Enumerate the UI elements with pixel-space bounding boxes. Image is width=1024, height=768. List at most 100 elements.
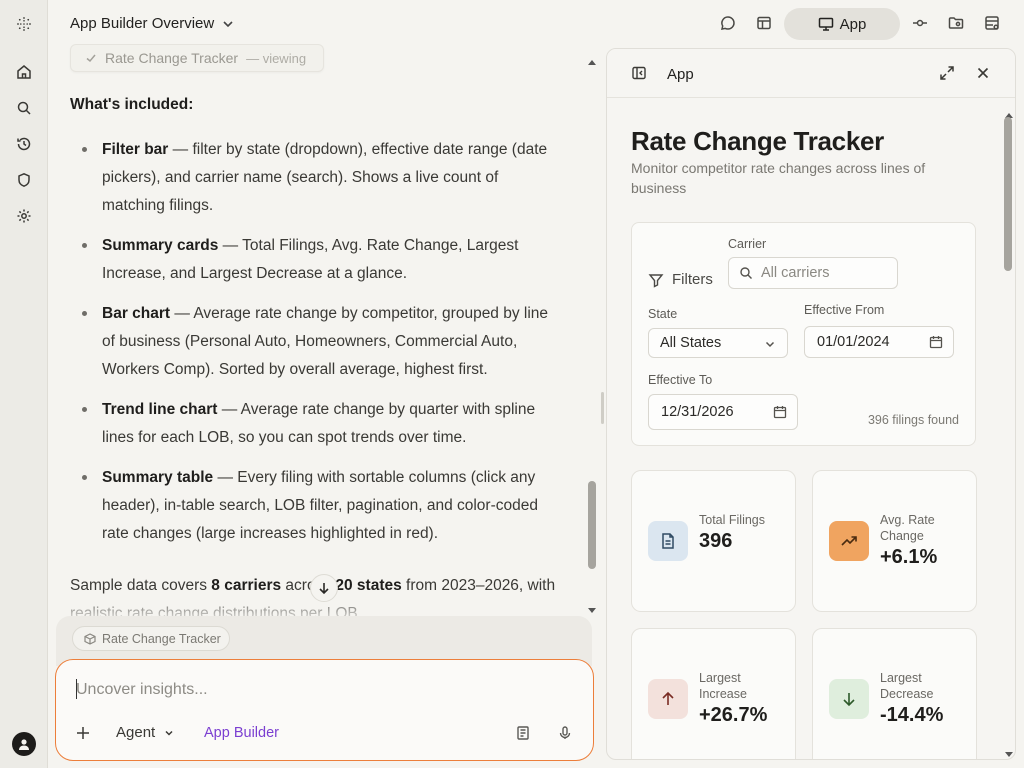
chat-header: App Builder Overview bbox=[48, 0, 606, 48]
logo-icon[interactable] bbox=[14, 14, 34, 34]
document-icon bbox=[648, 521, 688, 561]
agent-mode-select[interactable]: Agent bbox=[116, 724, 175, 741]
filters-label: Filters bbox=[672, 271, 713, 288]
message-input[interactable] bbox=[76, 678, 556, 702]
bullet-title: Trend line chart bbox=[102, 401, 218, 418]
viewing-artifact-name: Rate Change Tracker bbox=[105, 50, 239, 66]
close-icon[interactable] bbox=[975, 65, 993, 83]
filters-heading: Filters bbox=[648, 271, 713, 288]
layout-icon[interactable] bbox=[755, 14, 773, 32]
whats-included-heading: What's included: bbox=[70, 96, 194, 113]
filter-funnel-icon bbox=[648, 273, 664, 288]
stat-label: Largest Decrease bbox=[880, 671, 934, 701]
state-label: State bbox=[648, 307, 678, 321]
context-chip[interactable]: Rate Change Tracker bbox=[72, 626, 230, 651]
effective-to-date-picker[interactable]: 12/31/2026 bbox=[648, 394, 798, 430]
app-subtitle: Monitor competitor rate changes across l… bbox=[631, 160, 926, 196]
calendar-icon bbox=[773, 406, 787, 419]
list-item: Filter bar — filter by state (dropdown),… bbox=[80, 136, 564, 220]
effective-from-date-picker[interactable]: 01/01/2024 bbox=[804, 326, 954, 358]
scroll-to-bottom-button[interactable] bbox=[310, 574, 338, 602]
calendar-icon bbox=[929, 336, 943, 349]
microphone-icon[interactable] bbox=[557, 725, 575, 743]
carrier-placeholder: All carriers bbox=[761, 265, 830, 281]
search-icon bbox=[740, 267, 752, 279]
commit-icon[interactable] bbox=[911, 14, 929, 32]
viewing-artifact-card[interactable]: Rate Change Tracker — viewing bbox=[70, 44, 324, 72]
carrier-label: Carrier bbox=[728, 237, 767, 251]
trending-up-icon bbox=[829, 521, 869, 561]
filter-bar: Filters Carrier All carriers State All S… bbox=[631, 222, 976, 446]
scroll-up-arrow[interactable] bbox=[1004, 106, 1014, 118]
effective-to-value: 12/31/2026 bbox=[661, 404, 734, 420]
carrier-search-input[interactable]: All carriers bbox=[728, 257, 898, 289]
cube-icon bbox=[84, 632, 96, 645]
chat-bubble-icon[interactable] bbox=[719, 14, 737, 32]
bullet-title: Filter bar bbox=[102, 141, 169, 158]
feature-list: Filter bar — filter by state (dropdown),… bbox=[80, 136, 564, 560]
panel-scrollbar-thumb[interactable] bbox=[1004, 117, 1012, 271]
arrow-up-icon bbox=[648, 679, 688, 719]
panel-header: App bbox=[607, 49, 1015, 98]
folder-icon[interactable] bbox=[947, 14, 965, 32]
bullet-text: — filter by state (dropdown), effective … bbox=[102, 141, 548, 214]
user-avatar[interactable] bbox=[12, 732, 36, 756]
stat-label: Total Filings bbox=[699, 513, 765, 527]
search-icon[interactable] bbox=[14, 98, 34, 118]
stat-value: +6.1% bbox=[880, 546, 938, 568]
history-icon[interactable] bbox=[14, 134, 34, 154]
message-composer: Agent App Builder bbox=[55, 659, 594, 761]
scroll-down-arrow[interactable] bbox=[1004, 746, 1014, 757]
effective-from-label: Effective From bbox=[804, 303, 885, 317]
chat-title[interactable]: App Builder Overview bbox=[70, 15, 214, 32]
stat-label: Avg. Rate Change bbox=[880, 513, 935, 543]
bullet-title: Summary table bbox=[102, 469, 214, 486]
bullet-title: Bar chart bbox=[102, 305, 171, 322]
add-attachment-icon[interactable] bbox=[74, 724, 92, 742]
panel-title: App bbox=[667, 66, 694, 83]
resize-handle[interactable] bbox=[601, 392, 604, 424]
effective-from-value: 01/01/2024 bbox=[817, 334, 890, 350]
arrow-down-icon bbox=[829, 679, 869, 719]
left-rail bbox=[0, 0, 48, 768]
state-dropdown[interactable]: All States bbox=[648, 328, 788, 358]
settings-gear-icon[interactable] bbox=[14, 206, 34, 226]
app-content[interactable]: Rate Change Tracker Monitor competitor r… bbox=[607, 98, 1001, 759]
home-icon[interactable] bbox=[14, 62, 34, 82]
monitor-icon bbox=[818, 17, 833, 31]
app-view-toggle[interactable]: App bbox=[784, 8, 900, 40]
scroll-down-arrow[interactable] bbox=[587, 602, 597, 613]
shield-icon[interactable] bbox=[14, 170, 34, 190]
chevron-down-icon bbox=[165, 730, 173, 736]
stat-value: -14.4% bbox=[880, 704, 944, 726]
app-title: Rate Change Tracker bbox=[631, 126, 884, 156]
app-builder-tag[interactable]: App Builder bbox=[204, 725, 279, 741]
viewing-status: — viewing bbox=[246, 50, 307, 66]
stat-card-avg-rate-change: Avg. Rate Change +6.1% bbox=[812, 470, 977, 612]
agent-mode-label: Agent bbox=[116, 724, 156, 741]
text-caret bbox=[76, 679, 77, 699]
stat-card-largest-decrease: Largest Decrease -14.4% bbox=[812, 628, 977, 759]
chat-scrollbar-thumb[interactable] bbox=[588, 481, 596, 569]
chevron-down-icon bbox=[765, 341, 775, 348]
stat-card-largest-increase: Largest Increase +26.7% bbox=[631, 628, 796, 759]
check-icon bbox=[86, 54, 96, 63]
app-preview-panel: App Rate Change Tracker Monitor competit… bbox=[606, 48, 1016, 760]
state-value: All States bbox=[660, 335, 722, 351]
bullet-title: Summary cards bbox=[102, 237, 219, 254]
chevron-down-icon[interactable] bbox=[220, 16, 236, 32]
expand-icon[interactable] bbox=[939, 65, 957, 83]
context-chip-label: Rate Change Tracker bbox=[102, 631, 221, 646]
chat-messages[interactable]: Rate Change Tracker — viewing What's inc… bbox=[48, 44, 606, 616]
list-item: Summary table — Every filing with sortab… bbox=[80, 464, 564, 548]
stat-value: +26.7% bbox=[699, 704, 768, 726]
database-icon[interactable] bbox=[983, 14, 1001, 32]
stat-card-total-filings: Total Filings 396 bbox=[631, 470, 796, 612]
scroll-up-arrow[interactable] bbox=[587, 53, 597, 65]
stat-value: 396 bbox=[699, 530, 733, 552]
library-icon[interactable] bbox=[515, 725, 533, 743]
list-item: Bar chart — Average rate change by compe… bbox=[80, 300, 564, 384]
effective-to-label: Effective To bbox=[648, 373, 713, 387]
filings-count: 396 filings found bbox=[867, 413, 959, 427]
collapse-sidebar-icon[interactable] bbox=[631, 65, 649, 83]
